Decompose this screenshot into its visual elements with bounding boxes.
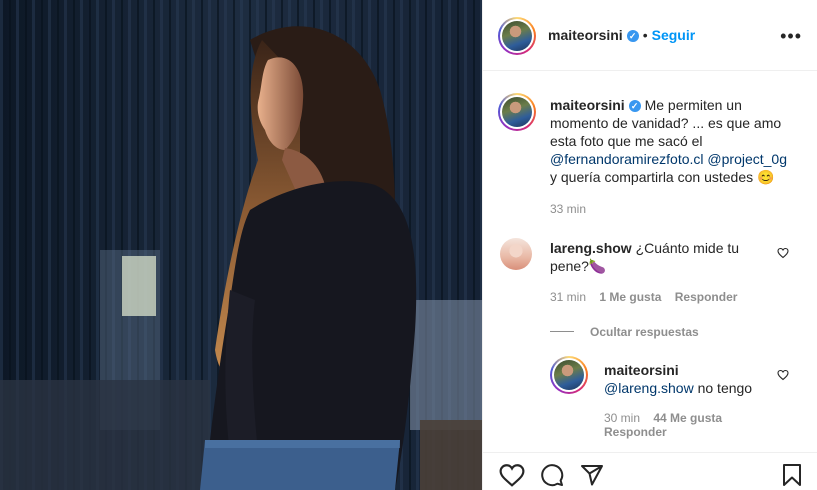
heart-icon[interactable]	[499, 463, 525, 487]
caption-text: maiteorsini ✓ Me permiten un momento de v…	[550, 96, 790, 186]
caption-mention-project[interactable]: @project_0g	[707, 151, 787, 167]
follow-button[interactable]: Seguir	[652, 27, 696, 43]
header-user-row: maiteorsini ✓ • Seguir	[548, 27, 695, 45]
comment-like-heart-icon[interactable]	[777, 247, 789, 259]
post-photo[interactable]	[0, 0, 482, 490]
comment-meta: 31 min 1 Me gusta Responder	[550, 290, 737, 304]
comment-reply-button[interactable]: Responder	[675, 290, 738, 304]
post-header: maiteorsini ✓ • Seguir •••	[483, 0, 817, 71]
post-photo-image	[0, 0, 482, 490]
post-actions-bar	[483, 452, 817, 490]
comment-likes[interactable]: 1 Me gusta	[599, 290, 661, 304]
reply-like-heart-icon[interactable]	[777, 369, 789, 381]
caption-mention-photographer[interactable]: @fernandoramirezfoto.cl	[550, 151, 704, 167]
comment-icon[interactable]	[540, 463, 564, 487]
comment-text: lareng.show ¿Cuánto mide tu pene?🍆	[550, 239, 760, 275]
reply-time[interactable]: 30 min	[604, 411, 640, 425]
comment-time[interactable]: 31 min	[550, 290, 586, 304]
separator-dot: •	[642, 27, 648, 43]
bookmark-icon[interactable]	[781, 463, 803, 487]
reply-avatar[interactable]	[550, 356, 588, 394]
caption-time[interactable]: 33 min	[550, 202, 586, 216]
hide-replies-toggle[interactable]: Ocultar respuestas	[550, 323, 699, 341]
post-sidebar: maiteorsini ✓ • Seguir ••• maiteorsini ✓ Me …	[482, 0, 817, 490]
hide-replies-label: Ocultar respuestas	[590, 325, 699, 339]
author-avatar[interactable]	[498, 17, 536, 55]
commenter-username[interactable]: lareng.show	[550, 240, 632, 256]
caption-username[interactable]: maiteorsini	[550, 97, 625, 113]
more-options-icon[interactable]: •••	[780, 26, 802, 47]
verified-badge-icon: ✓	[628, 100, 641, 113]
caption-body-end: y quería compartirla con ustedes 😊	[550, 169, 775, 185]
author-username[interactable]: maiteorsini	[548, 27, 623, 43]
reply-meta: 30 min 44 Me gusta Responder	[604, 411, 764, 439]
reply-reply-button[interactable]: Responder	[604, 425, 667, 439]
commenter-avatar[interactable]	[500, 238, 532, 270]
caption-avatar[interactable]	[498, 93, 536, 131]
replies-divider-line	[550, 331, 574, 333]
verified-badge-icon: ✓	[626, 29, 639, 42]
share-icon[interactable]	[580, 463, 604, 487]
reply-mention[interactable]: @lareng.show	[604, 380, 694, 396]
reply-likes[interactable]: 44 Me gusta	[653, 411, 722, 425]
reply-text: maiteorsini @lareng.show no tengo	[604, 361, 774, 397]
reply-username[interactable]: maiteorsini	[604, 362, 679, 378]
reply-body: no tengo	[693, 380, 753, 396]
